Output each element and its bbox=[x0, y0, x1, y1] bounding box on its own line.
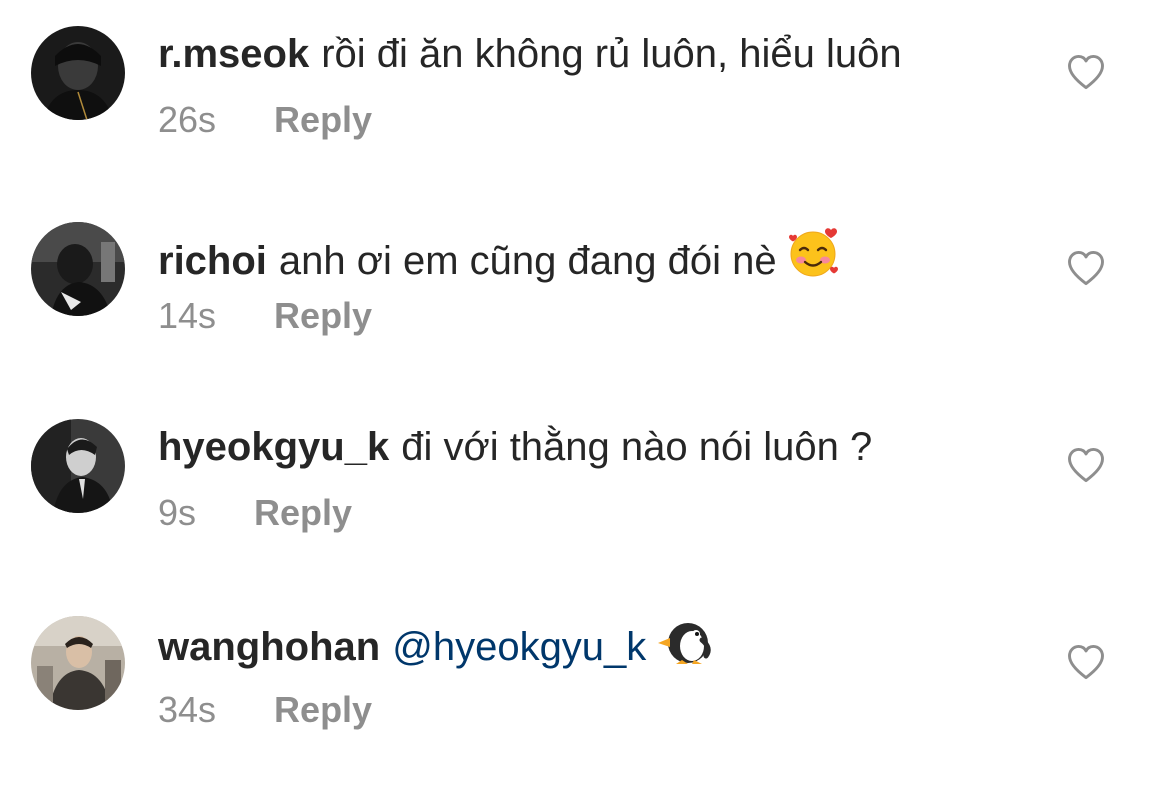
comment-meta: 14s Reply bbox=[158, 294, 372, 338]
reply-button[interactable]: Reply bbox=[274, 99, 372, 140]
comment-meta: 26s Reply bbox=[158, 98, 372, 142]
comment-timestamp: 26s bbox=[158, 99, 217, 140]
comment-username[interactable]: hyeokgyu_k bbox=[158, 425, 389, 469]
comment-text: đi với thằng nào nói luôn ? bbox=[401, 425, 873, 469]
comment-timestamp: 34s bbox=[158, 689, 217, 730]
comment-item: richoi anh ơi em cũng đang đói nè 14s Repl… bbox=[0, 196, 1170, 392]
reply-button[interactable]: Reply bbox=[274, 689, 372, 730]
heart-outline-icon[interactable] bbox=[1064, 640, 1108, 684]
reply-button[interactable]: Reply bbox=[254, 492, 352, 533]
avatar[interactable] bbox=[31, 419, 125, 513]
comment-username[interactable]: r.mseok bbox=[158, 32, 309, 76]
comment-item: r.mseok rồi đi ăn không rủ luôn, hiểu luô… bbox=[0, 0, 1170, 196]
comment-timestamp: 14s bbox=[158, 295, 217, 336]
smiling-face-with-hearts-icon bbox=[787, 226, 841, 291]
comment-line: richoi anh ơi em cũng đang đói nè bbox=[158, 226, 841, 291]
comment-text: rồi đi ăn không rủ luôn, hiểu luôn bbox=[321, 32, 902, 76]
comment-username[interactable]: wanghohan bbox=[158, 625, 380, 669]
comment-line: r.mseok rồi đi ăn không rủ luôn, hiểu luô… bbox=[158, 30, 902, 78]
comment-line: wanghohan @hyeokgyu_k bbox=[158, 620, 712, 677]
heart-outline-icon[interactable] bbox=[1064, 443, 1108, 487]
comment-item: hyeokgyu_k đi với thằng nào nói luôn ? 9s… bbox=[0, 393, 1170, 589]
comment-meta: 34s Reply bbox=[158, 688, 372, 732]
comment-item: wanghohan @hyeokgyu_k 34s Reply bbox=[0, 590, 1170, 786]
comment-text: anh ơi em cũng đang đói nè bbox=[278, 239, 777, 283]
penguin-icon bbox=[656, 620, 712, 677]
heart-outline-icon[interactable] bbox=[1064, 246, 1108, 290]
reply-button[interactable]: Reply bbox=[274, 295, 372, 336]
comment-meta: 9s Reply bbox=[158, 491, 352, 535]
avatar[interactable] bbox=[31, 616, 125, 710]
comment-line: hyeokgyu_k đi với thằng nào nói luôn ? bbox=[158, 423, 872, 471]
mention-link[interactable]: @hyeokgyu_k bbox=[392, 625, 646, 669]
heart-outline-icon[interactable] bbox=[1064, 50, 1108, 94]
avatar[interactable] bbox=[31, 26, 125, 120]
avatar[interactable] bbox=[31, 222, 125, 316]
comment-timestamp: 9s bbox=[158, 492, 197, 533]
comment-username[interactable]: richoi bbox=[158, 239, 267, 283]
